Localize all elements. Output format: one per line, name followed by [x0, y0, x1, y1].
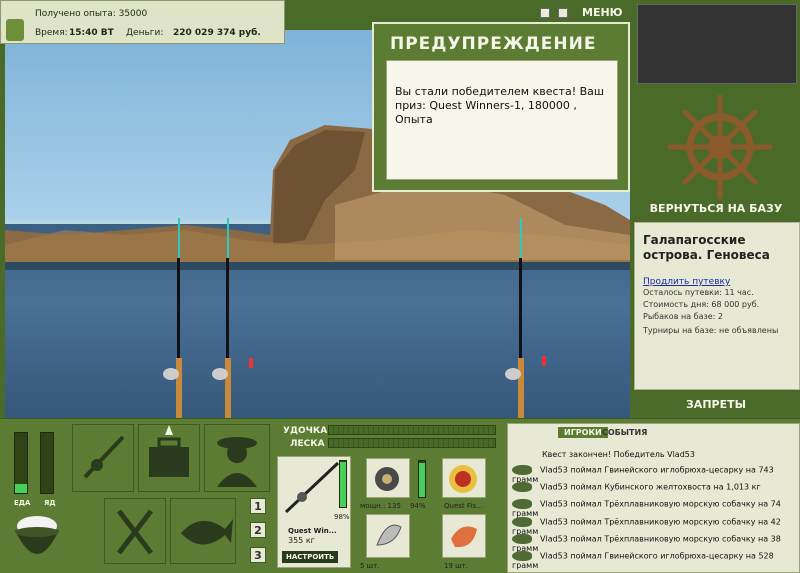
- menu-button[interactable]: МЕНЮ: [582, 6, 623, 19]
- minimap-panel: [637, 4, 797, 84]
- food-button[interactable]: [104, 498, 166, 564]
- line-label: ЛЕСКА: [290, 439, 325, 449]
- poison-label: ЯД: [44, 499, 56, 507]
- hook-count: 5 шт.: [360, 562, 380, 570]
- tab-events[interactable]: СОБЫТИЯ: [602, 428, 647, 437]
- slot-1-button[interactable]: 1: [250, 498, 266, 514]
- fishing-rod-3[interactable]: [505, 218, 525, 418]
- player-status-panel: Получено опыта: 35000 Время: 15:40 ВТ Де…: [0, 0, 285, 44]
- line-slot[interactable]: [442, 458, 486, 498]
- ship-wheel-icon[interactable]: [665, 92, 775, 202]
- fish-icon: [181, 519, 233, 545]
- tackle-box-icon: [149, 425, 189, 477]
- rod-tension-bar: [328, 425, 496, 435]
- bait-count: 19 шт.: [444, 562, 468, 570]
- info-line: Стоимость дня: 68 000 руб.: [643, 300, 760, 309]
- event-log: ИГРОКИ СОБЫТИЯ Квест закончен! Победител…: [507, 423, 800, 573]
- reel-wear-bar: [418, 460, 426, 498]
- rod-icon: [284, 461, 340, 514]
- fish-icon: [512, 499, 532, 509]
- info-line: Турниры на базе: не объявлены: [643, 326, 779, 335]
- lock-icon[interactable]: [6, 19, 24, 41]
- hook-slot[interactable]: [366, 514, 410, 558]
- pause-button[interactable]: [540, 8, 550, 18]
- fisherman-icon: [217, 437, 257, 487]
- location-info: Галапагосские острова. Геновеса Продлить…: [634, 222, 800, 390]
- info-line: Рыбаков на базе: 2: [643, 312, 723, 321]
- tab-players[interactable]: ИГРОКИ: [558, 427, 608, 438]
- fish-icon: [512, 551, 532, 561]
- log-entry: Vlad53 поймал Трёхплавниковую морскую со…: [512, 499, 781, 518]
- rod-label: УДОЧКА: [283, 426, 328, 436]
- food-bar: [14, 432, 28, 494]
- bobber-icon: [542, 356, 546, 366]
- log-entry: Vlad53 поймал Кубинского желтохвоста на …: [512, 482, 761, 492]
- line-tension-bar: [328, 438, 496, 448]
- lure-icon: [376, 524, 402, 546]
- reel-power: мощн.: 135: [360, 502, 401, 510]
- pot-icon[interactable]: [10, 508, 65, 568]
- rods-button[interactable]: [72, 424, 134, 492]
- slot-3-button[interactable]: 3: [250, 547, 266, 563]
- reel-icon: [375, 467, 399, 491]
- extend-trip-link[interactable]: Продлить путевку: [643, 277, 791, 287]
- fish-icon: [512, 517, 532, 527]
- shrimp-icon: [451, 526, 477, 548]
- time-label: Время:: [35, 28, 68, 38]
- catch-button[interactable]: [170, 498, 236, 564]
- money-value: 220 029 374 руб.: [173, 28, 261, 38]
- money-label: Деньги:: [126, 28, 164, 38]
- reel-slot[interactable]: [366, 458, 410, 498]
- location-name: Галапагосские острова. Геновеса: [643, 233, 770, 262]
- fishing-rod-1[interactable]: [163, 218, 183, 418]
- sound-button[interactable]: [558, 8, 568, 18]
- log-entry: Vlad53 поймал Гвинейского иглобрюха-цеса…: [512, 551, 774, 570]
- tackle-box-button[interactable]: [138, 424, 200, 492]
- fork-knife-icon: [117, 509, 153, 555]
- setup-button[interactable]: НАСТРОИТЬ: [282, 551, 339, 563]
- warning-dialog: ПРЕДУПРЕЖДЕНИЕ Вы стали победителем квес…: [372, 22, 630, 192]
- bait-slot[interactable]: [442, 514, 486, 558]
- log-header: Квест закончен! Победитель Vlad53: [542, 450, 695, 459]
- poison-bar: [40, 432, 54, 494]
- rod-name: Quest Win...: [288, 527, 337, 535]
- bobber-icon: [249, 358, 253, 368]
- line-spool-icon: [449, 465, 477, 493]
- warning-message: Вы стали победителем квеста! Ваш приз: Q…: [386, 60, 618, 180]
- fisherman-button[interactable]: [204, 424, 270, 492]
- reel-percent: 94%: [410, 502, 426, 510]
- rod-wear-bar: [339, 460, 347, 508]
- warning-title: ПРЕДУПРЕЖДЕНИЕ: [390, 34, 597, 54]
- food-label: ЕДА: [14, 499, 31, 507]
- rod-reel-icon: [83, 435, 125, 479]
- bans-button[interactable]: ЗАПРЕТЫ: [632, 394, 800, 416]
- rod-weight: 355 кг: [288, 536, 315, 545]
- time-value: 15:40 ВТ: [69, 28, 114, 38]
- exp-gained: Получено опыта: 35000: [35, 9, 148, 19]
- fish-icon: [512, 482, 532, 492]
- info-line: Осталось путевки: 11 час.: [643, 288, 754, 297]
- rod-percent: 98%: [334, 513, 350, 521]
- fish-icon: [512, 465, 532, 475]
- line-name: Quest Fis...: [444, 502, 483, 510]
- slot-2-button[interactable]: 2: [250, 522, 266, 538]
- fishing-rod-2[interactable]: [212, 218, 232, 418]
- fish-icon: [512, 534, 532, 544]
- return-to-base-button[interactable]: ВЕРНУТЬСЯ НА БАЗУ: [632, 198, 800, 220]
